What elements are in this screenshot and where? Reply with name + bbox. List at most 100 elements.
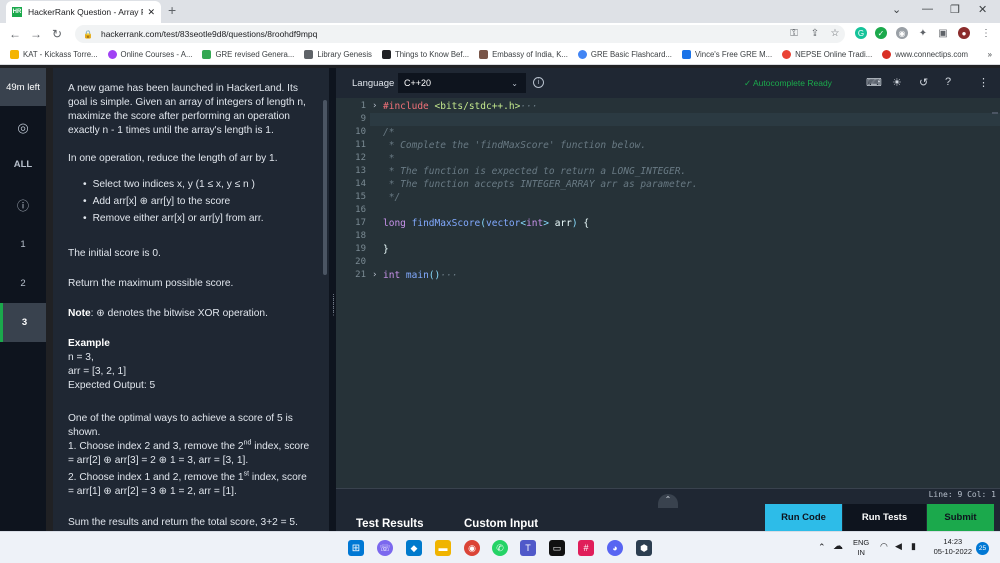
language-indicator[interactable]: ENG IN [853, 538, 869, 558]
theme-sun-icon[interactable]: ☀ [892, 76, 902, 89]
keyboard-icon[interactable]: ⌨ [866, 76, 882, 89]
bookmark-item[interactable]: www.connectips.com [882, 50, 968, 59]
windows-start-icon[interactable]: ⊞ [348, 540, 364, 556]
help-icon[interactable]: ? [945, 76, 951, 88]
bookmark-item[interactable]: Vince's Free GRE M... [681, 50, 772, 59]
key-icon[interactable]: ⚿ [788, 27, 800, 39]
bookmark-item[interactable]: GRE Basic Flashcard... [577, 50, 672, 59]
bookmark-item[interactable]: Embassy of India, K... [479, 50, 568, 59]
line-number: 16 [355, 205, 366, 215]
address-toolbar: ← → ↻ 🔒 hackerrank.com/test/83seotle9d8/… [0, 23, 1000, 45]
bookmark-item[interactable]: GRE revised Genera... [202, 50, 294, 59]
line-number: 13 [355, 166, 366, 176]
window-close-icon[interactable]: ✕ [978, 3, 987, 16]
operation-steps-list: • Select two indices x, y (1 ≤ x, y ≤ n )… [83, 179, 264, 224]
fold-arrow-icon[interactable]: › [372, 101, 377, 111]
whatsapp-icon[interactable]: ✆ [492, 540, 508, 556]
editor-toolbar: Language C++20 ⌄ i ✓ Autocomplete Ready … [336, 68, 1000, 98]
code-line[interactable]: * [383, 153, 395, 164]
address-bar[interactable]: 🔒 hackerrank.com/test/83seotle9d8/questi… [75, 25, 845, 43]
bookmark-icon [202, 50, 212, 59]
bookmark-icon [10, 50, 19, 59]
compass-icon[interactable]: ◎ [0, 120, 46, 136]
bookmark-item[interactable]: Things to Know Bef... [381, 50, 469, 59]
teams-icon[interactable]: T [520, 540, 536, 556]
code-line[interactable]: * The function accepts INTEGER_ARRAY arr… [383, 179, 698, 190]
chevron-up-icon[interactable]: ⌃ [658, 494, 678, 508]
extensions-icon[interactable]: ✦ [917, 27, 929, 39]
side-panel-icon[interactable]: ▣ [937, 27, 949, 39]
example-arr: arr = [3, 2, 1] [68, 366, 127, 377]
question-1-link[interactable]: 1 [0, 239, 46, 250]
restore-icon[interactable]: ❐ [950, 3, 960, 16]
step-1-text: 1. Choose index 2 and 3, remove the 2nd … [68, 439, 310, 466]
code-line[interactable]: #include <bits/stdc++.h>··· [383, 101, 537, 112]
notification-badge[interactable]: 25 [976, 542, 989, 555]
bookmark-item[interactable]: Online Courses - A... [107, 50, 192, 59]
all-questions-link[interactable]: ALL [0, 159, 46, 170]
back-icon[interactable]: ← [9, 27, 21, 41]
more-bookmarks-icon[interactable]: » [988, 50, 992, 59]
run-code-button[interactable]: Run Code [765, 504, 842, 531]
code-line[interactable]: int main()··· [383, 270, 457, 281]
tab-custom-input[interactable]: Custom Input [464, 518, 538, 530]
grammarly-icon[interactable]: G [855, 27, 867, 39]
question-2-link[interactable]: 2 [0, 278, 46, 289]
new-tab-icon[interactable]: + [168, 2, 176, 18]
code-line[interactable]: long findMaxScore(vector<int> arr) { [383, 218, 589, 229]
code-line[interactable]: * The function is expected to return a L… [383, 166, 686, 177]
file-explorer-icon[interactable]: ▬ [435, 540, 451, 556]
discord-icon[interactable]: ◕ [607, 540, 623, 556]
slack-icon[interactable]: # [578, 540, 594, 556]
volume-icon[interactable]: ◀ [895, 541, 902, 552]
editor-scrollbar[interactable] [992, 112, 998, 114]
bookmark-item[interactable]: Library Genesis [304, 50, 372, 59]
example-n: n = 3, [68, 352, 94, 363]
bookmark-item[interactable]: NEPSE Online Tradi... [782, 50, 872, 59]
share-icon[interactable]: ⇪ [809, 27, 821, 39]
chrome-icon[interactable]: ◉ [464, 540, 480, 556]
wifi-icon[interactable]: ◠ [880, 541, 888, 552]
bookmark-icon [882, 50, 892, 59]
browser-tab[interactable]: HR HackerRank Question - Array Re... ✕ [6, 1, 161, 23]
bookmark-item[interactable]: KAT - Kickass Torre... [10, 50, 98, 59]
language-info-icon[interactable]: i [533, 77, 544, 88]
tab-search-icon[interactable]: ⌄ [892, 3, 901, 16]
forward-icon[interactable]: → [30, 27, 42, 41]
close-tab-icon[interactable]: ✕ [147, 7, 155, 18]
onedrive-icon[interactable]: ☁ [833, 541, 843, 552]
privacy-extension-icon[interactable]: ◉ [896, 27, 908, 39]
code-line[interactable]: } [383, 244, 389, 255]
clock[interactable]: 14:23 05-10-2022 [934, 537, 972, 557]
submit-button[interactable]: Submit [927, 504, 994, 531]
profile-avatar[interactable]: ● [958, 27, 970, 39]
vscode-icon[interactable]: ◆ [406, 540, 422, 556]
resize-handle-icon[interactable]: ⋮ ⋮ ⋮ ⋮ ⋮ [330, 294, 337, 318]
more-options-icon[interactable]: ⋮ [978, 76, 989, 89]
history-icon[interactable]: ↺ [919, 76, 928, 89]
problem-scrollbar[interactable] [323, 100, 327, 275]
question-3-link[interactable]: 3 [0, 303, 46, 342]
bookmark-star-icon[interactable]: ☆ [829, 27, 841, 39]
language-select[interactable]: C++20 ⌄ [398, 73, 526, 93]
battery-icon[interactable]: ▮ [911, 541, 916, 552]
example-block: Example n = 3, arr = [3, 2, 1] Expected … [68, 337, 313, 393]
tray-overflow-icon[interactable]: ⌃ [818, 542, 826, 553]
fold-arrow-icon[interactable]: › [372, 270, 377, 280]
info-icon[interactable]: ⓘ [0, 197, 46, 214]
terminal-icon[interactable]: ▭ [549, 540, 565, 556]
chrome-menu-icon[interactable]: ⋮ [980, 27, 992, 39]
reload-icon[interactable]: ↻ [51, 27, 63, 41]
code-line[interactable]: * Complete the 'findMaxScore' function b… [383, 140, 646, 151]
viber-icon[interactable]: ☏ [377, 540, 393, 556]
initial-score-text: The initial score is 0. [68, 248, 161, 259]
vpn-icon[interactable]: ⬢ [636, 540, 652, 556]
run-tests-button[interactable]: Run Tests [843, 504, 926, 531]
tab-test-results[interactable]: Test Results [356, 518, 424, 530]
shield-extension-icon[interactable]: ✓ [875, 27, 887, 39]
bookmarks-bar: KAT - Kickass Torre... Online Courses - … [0, 45, 1000, 65]
code-line[interactable]: /* [383, 127, 394, 138]
question-sidebar: 49m left ◎ ALL ⓘ 1 2 3 [0, 68, 46, 531]
code-line[interactable]: */ [383, 192, 400, 203]
minimize-icon[interactable]: — [922, 3, 933, 15]
